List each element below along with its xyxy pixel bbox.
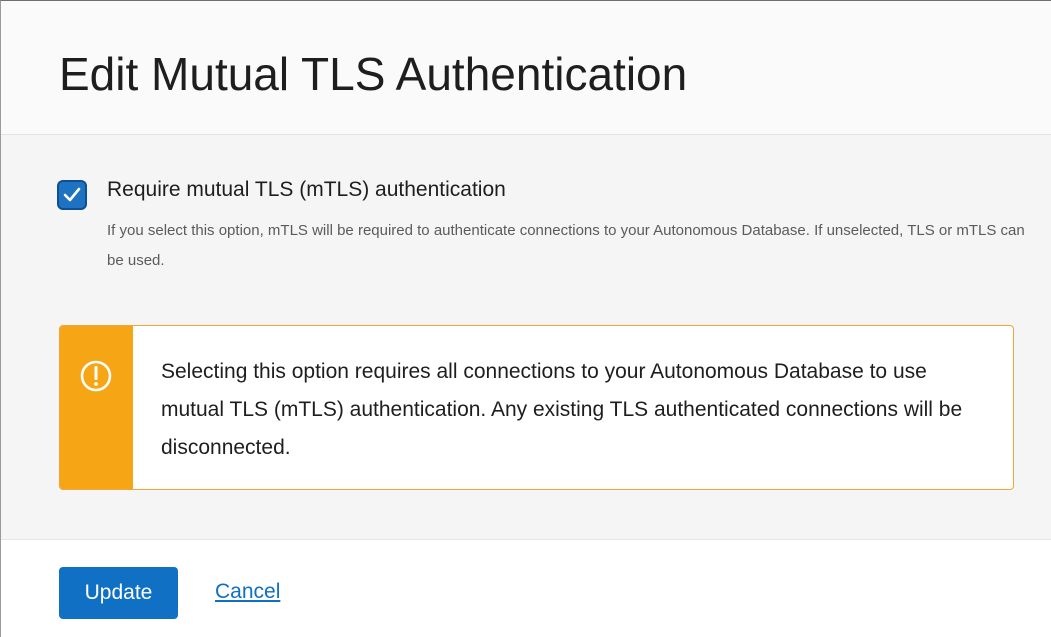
- dialog-header: Edit Mutual TLS Authentication: [1, 1, 1051, 135]
- require-mtls-checkbox[interactable]: [57, 180, 87, 210]
- checkmark-icon: [63, 187, 81, 202]
- cancel-link[interactable]: Cancel: [215, 580, 280, 604]
- warning-stripe: [60, 326, 133, 489]
- dialog-footer: Update Cancel: [1, 539, 1051, 637]
- warning-alert: Selecting this option requires all conne…: [59, 325, 1014, 490]
- dialog-body: Require mutual TLS (mTLS) authentication…: [1, 135, 1051, 539]
- edit-mtls-dialog: Edit Mutual TLS Authentication Require m…: [0, 0, 1051, 637]
- require-mtls-help-text: If you select this option, mTLS will be …: [107, 222, 1025, 269]
- dialog-title: Edit Mutual TLS Authentication: [59, 48, 688, 100]
- require-mtls-label[interactable]: Require mutual TLS (mTLS) authentication: [107, 178, 506, 202]
- exclamation-circle-icon: [80, 360, 112, 392]
- update-button[interactable]: Update: [59, 567, 178, 619]
- warning-message: Selecting this option requires all conne…: [161, 360, 963, 459]
